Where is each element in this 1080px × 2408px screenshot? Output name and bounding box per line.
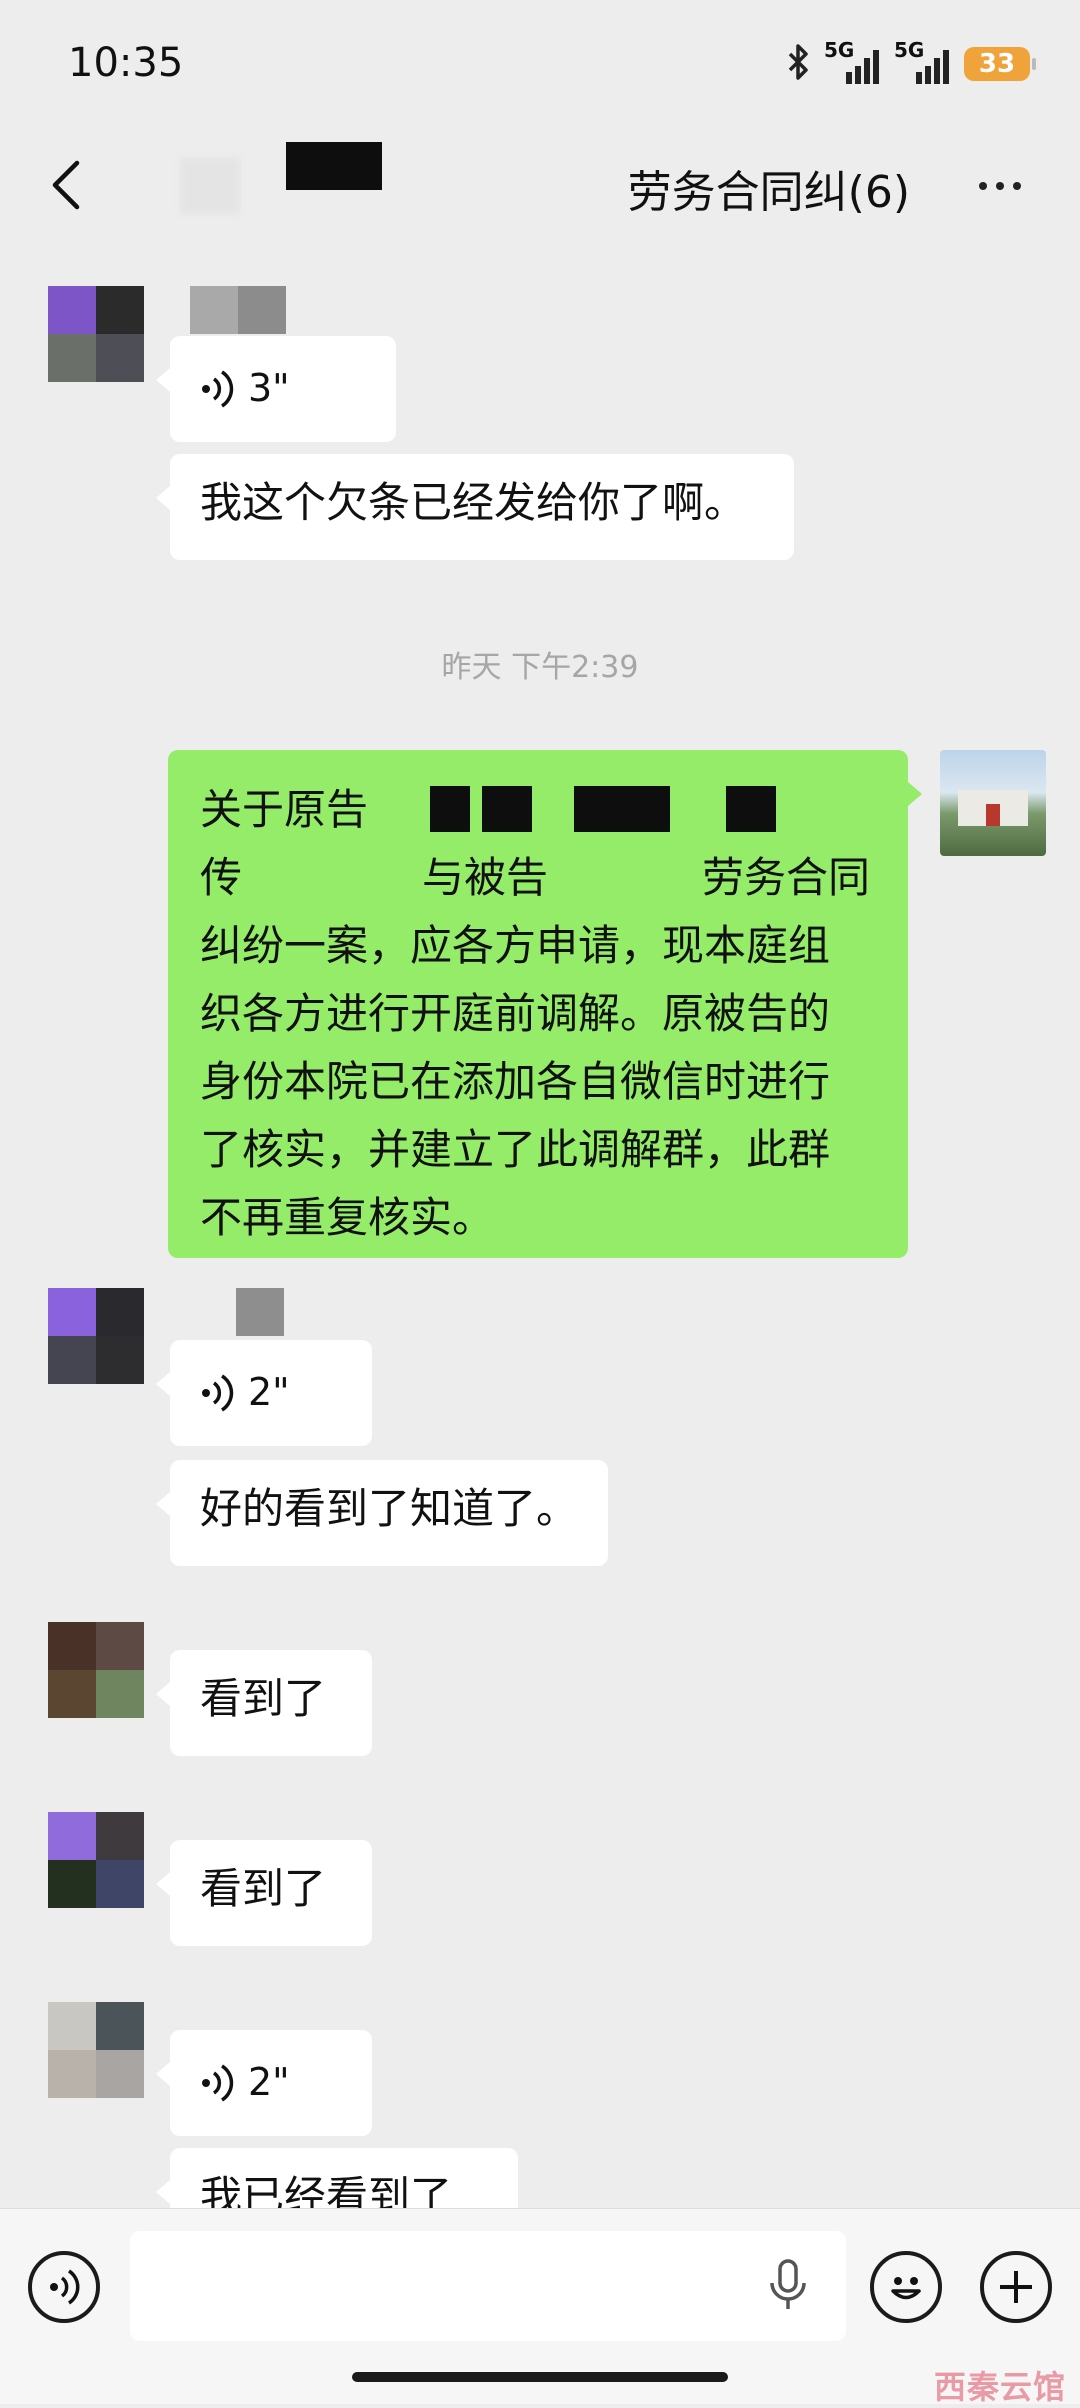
- message-line: 关于原告: [200, 785, 369, 834]
- clock: 10:35: [68, 40, 184, 86]
- signal-icon: 5G: [894, 38, 954, 86]
- avatar[interactable]: [48, 1812, 144, 1908]
- redacted-name: [726, 786, 776, 832]
- text-message[interactable]: 看到了: [156, 1650, 372, 1756]
- text-message[interactable]: 好的看到了知道了。: [156, 1460, 608, 1566]
- voice-wave-icon: [202, 2064, 234, 2102]
- voice-mode-button[interactable]: [28, 2251, 100, 2323]
- redacted-title-block: [286, 142, 382, 190]
- voice-mode-icon: [50, 2269, 80, 2305]
- sender-name-redacted: [236, 1288, 284, 1336]
- back-button[interactable]: [32, 150, 102, 220]
- text-message[interactable]: 看到了: [156, 1840, 372, 1946]
- message-input[interactable]: [130, 2231, 846, 2341]
- voice-message[interactable]: 2": [156, 2030, 372, 2136]
- timestamp: 昨天 下午2:39: [441, 650, 639, 685]
- redacted-name: [482, 786, 532, 832]
- more-button[interactable]: [960, 156, 1040, 216]
- redacted-name: [574, 786, 670, 832]
- voice-message[interactable]: 3": [156, 336, 396, 442]
- sender-name-redacted: [190, 286, 286, 334]
- message-line: 与被告: [422, 853, 549, 902]
- status-icons: 5G 5G 33: [784, 36, 1036, 92]
- chat-header: 劳务合同纠(6): [0, 130, 1080, 240]
- more-dots-icon: [979, 182, 987, 190]
- redacted-name: [430, 786, 470, 832]
- message-text: 看到了: [200, 1864, 327, 1913]
- message-line: 身份本院已在添加各自微信时进行: [200, 1057, 831, 1106]
- plus-icon: [1000, 2271, 1032, 2303]
- bluetooth-icon: [784, 42, 814, 86]
- voice-wave-icon: [202, 370, 234, 408]
- chevron-left-icon: [52, 160, 80, 210]
- message-text: 我这个欠条已经发给你了啊。: [200, 478, 747, 527]
- message-text: 好的看到了知道了。: [200, 1484, 579, 1533]
- home-indicator[interactable]: [352, 2372, 728, 2382]
- message-text: 看到了: [200, 1674, 327, 1723]
- text-message[interactable]: 我这个欠条已经发给你了啊。: [156, 454, 794, 560]
- redacted-title-blur: [180, 158, 240, 214]
- voice-wave-icon: [202, 1374, 234, 1412]
- more-functions-button[interactable]: [980, 2251, 1052, 2323]
- battery-indicator: 33: [964, 47, 1036, 81]
- emoji-button[interactable]: [870, 2251, 942, 2323]
- message-line: 劳务合同: [702, 853, 871, 902]
- watermark: 西秦云馆: [933, 2368, 1066, 2406]
- message-line-prefix: 传: [200, 853, 243, 902]
- avatar[interactable]: [48, 286, 144, 382]
- avatar[interactable]: [48, 2002, 144, 2098]
- voice-message[interactable]: 2": [156, 1340, 372, 1446]
- voice-duration: 2": [248, 2060, 290, 2105]
- chat-title: 劳务合同纠(6): [627, 167, 910, 218]
- voice-duration: 2": [248, 1370, 290, 1415]
- voice-duration: 3": [248, 366, 290, 411]
- microphone-icon[interactable]: [768, 2259, 808, 2317]
- avatar[interactable]: [48, 1288, 144, 1384]
- message-line: 了核实，并建立了此调解群，此群: [200, 1125, 831, 1174]
- avatar[interactable]: [48, 1622, 144, 1718]
- message-line: 织各方进行开庭前调解。原被告的: [200, 989, 831, 1038]
- text-message[interactable]: 关于原告 传 与被告 劳务合同 纠纷一案，应各方申请，现本庭组 织各方进行开庭前…: [168, 750, 922, 1258]
- avatar[interactable]: [940, 750, 1046, 856]
- status-bar: 10:35 5G 5G 33: [0, 0, 1080, 130]
- message-line: 不再重复核实。: [200, 1193, 495, 1242]
- emoji-icon: [891, 2277, 921, 2300]
- signal-icon: 5G: [824, 38, 884, 86]
- message-line: 纠纷一案，应各方申请，现本庭组: [200, 921, 831, 970]
